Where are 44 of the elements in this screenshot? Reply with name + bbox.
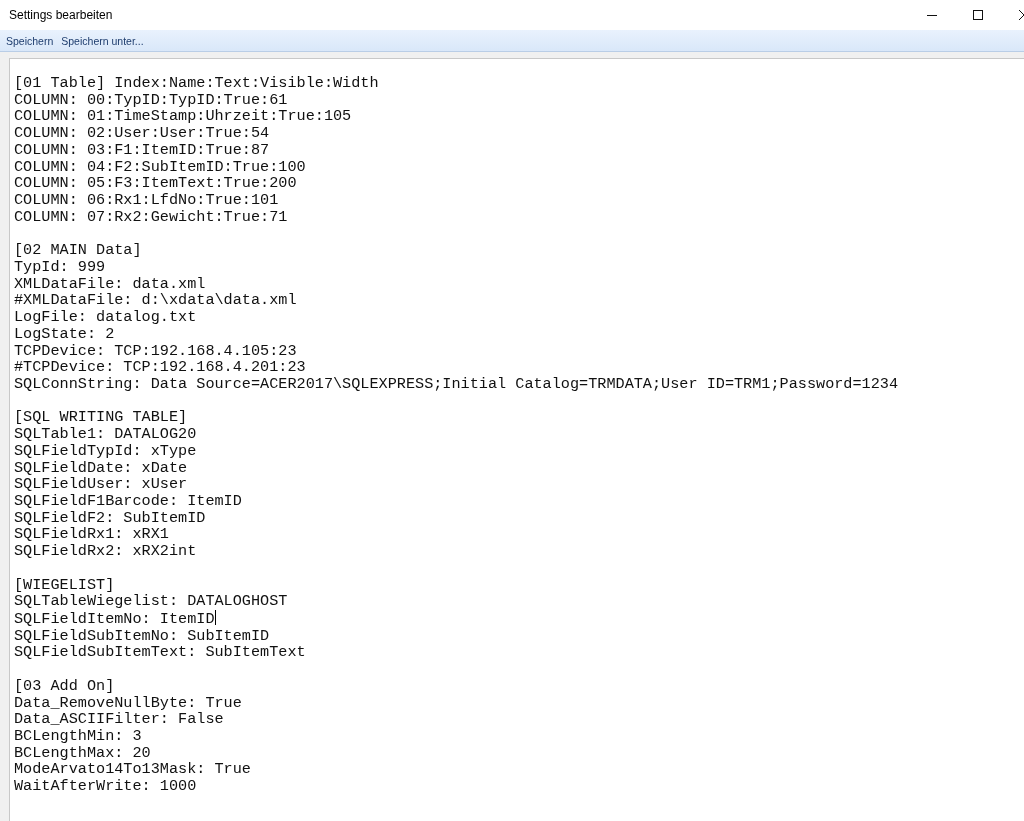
text-line: [01 Table] Index:Name:Text:Visible:Width (14, 75, 379, 92)
text-line: BCLengthMax: 20 (14, 744, 151, 762)
text-line: LogFile: datalog.txt (14, 309, 197, 326)
text-line: SQLFieldItemNo: ItemID (14, 610, 216, 628)
text-line: SQLFieldRx2: xRX2int (14, 543, 197, 560)
text-line: COLUMN: 02:User:User:True:54 (14, 125, 270, 142)
text-line: #XMLDataFile: d:\xdata\data.xml (14, 292, 297, 310)
text-line: COLUMN: 01:TimeStamp:Uhrzeit:True:105 (14, 108, 352, 126)
text-line: BCLengthMin: 3 (14, 728, 142, 745)
window-title: Settings bearbeiten (9, 8, 113, 22)
text-line: TypId: 999 (14, 258, 106, 276)
text-line: [SQL WRITING TABLE] (14, 409, 188, 427)
text-editor[interactable] (9, 58, 1024, 821)
text-line: ModeArvato14To13Mask: True (14, 761, 251, 779)
text-line: COLUMN: 03:F1:ItemID:True:87 (14, 141, 270, 159)
text-line: SQLFieldF2: SubItemID (14, 509, 206, 527)
text-line: COLUMN: 04:F2:SubItemID:True:100 (14, 158, 306, 176)
text-line: [WIEGELIST] (14, 576, 115, 594)
text-line: COLUMN: 05:F3:ItemText:True:200 (14, 175, 297, 193)
text-line: SQLConnString: Data Source=ACER2017\SQLEXPRESS;Initial Catalog=TRMDATA;User ID=TRM1;Password=1234 (14, 375, 899, 393)
maximize-icon (973, 10, 983, 20)
text-line: [02 MAIN Data] (14, 242, 142, 259)
toolbar-item[interactable]: Speichern unter... (57, 31, 148, 50)
text-line: COLUMN: 07:Rx2:Gewicht:True:71 (14, 208, 288, 226)
text-line: SQLTableWiegelist: DATALOGHOST (14, 593, 288, 610)
text-line: Data_ASCIIFilter: False (14, 711, 224, 729)
toolbar-item[interactable]: Speichern (2, 31, 58, 50)
text-line: SQLFieldDate: xDate (14, 459, 188, 477)
text-line: SQLFieldUser: xUser (14, 476, 188, 493)
text-line: SQLFieldSubItemNo: SubItemID (14, 627, 270, 645)
text-line: COLUMN: 00:TypID:TypID:True:61 (14, 91, 288, 109)
text-line: [03 Add On] (14, 677, 115, 695)
text-line: TCPDevice: TCP:192.168.4.105:23 (14, 342, 297, 360)
text-line: XMLDataFile: data.xml (14, 275, 206, 293)
text-line: WaitAfterWrite: 1000 (14, 778, 197, 795)
text-line: SQLFieldRx1: xRX1 (14, 526, 169, 544)
text-line: SQLTable1: DATALOG20 (14, 426, 197, 443)
text-line: COLUMN: 06:Rx1:LfdNo:True:101 (14, 192, 279, 209)
text-line: SQLFieldF1Barcode: ItemID (14, 492, 242, 510)
text-line: Data_RemoveNullByte: True (14, 694, 242, 712)
text-line: LogState: 2 (14, 325, 115, 343)
text-line: SQLFieldSubItemText: SubItemText (14, 644, 306, 662)
text-line: SQLFieldTypId: xType (14, 442, 197, 460)
text-line: #TCPDevice: TCP:192.168.4.201:23 (14, 359, 306, 376)
